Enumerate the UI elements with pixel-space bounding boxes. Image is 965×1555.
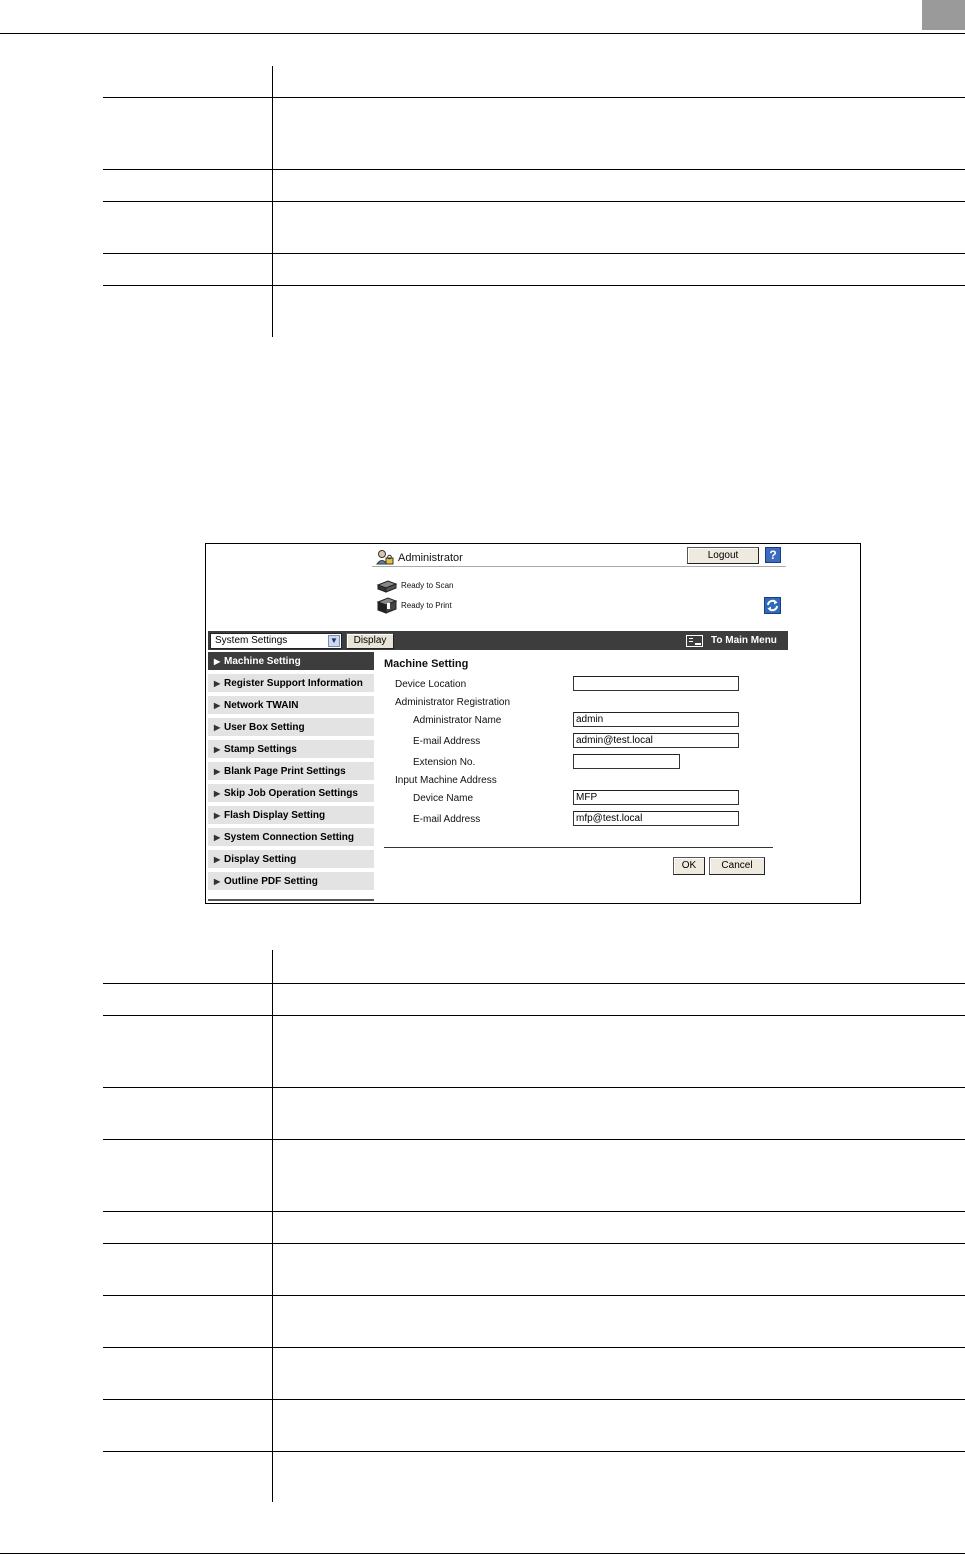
lower-table-row-rule xyxy=(103,1347,965,1348)
sidebar-item-label: Display Setting xyxy=(224,854,297,865)
ok-button[interactable]: OK xyxy=(673,857,705,875)
triangle-right-icon: ▶ xyxy=(214,767,221,776)
sidebar-item[interactable]: ▶ Network TWAIN xyxy=(208,696,374,716)
cancel-button[interactable]: Cancel xyxy=(709,857,765,875)
extension-no-label: Extension No. xyxy=(413,757,476,768)
sidebar-item[interactable]: ▶ Display Setting xyxy=(208,850,374,870)
page-number-box xyxy=(922,0,965,30)
sidebar-item[interactable]: ▶ Outline PDF Setting xyxy=(208,872,374,892)
form-title: Machine Setting xyxy=(384,658,469,670)
administrator-email-label: E-mail Address xyxy=(413,736,481,747)
lower-table-row-rule xyxy=(103,983,965,984)
print-status: Ready to Print xyxy=(401,601,452,610)
triangle-right-icon: ▶ xyxy=(214,679,221,688)
scanner-icon xyxy=(376,579,398,594)
sidebar-item[interactable]: ▶ Blank Page Print Settings xyxy=(208,762,374,782)
sidebar-item[interactable]: ▶ Skip Job Operation Settings xyxy=(208,784,374,804)
sidebar-item-label: User Box Setting xyxy=(224,722,305,733)
sidebar-item-label: System Connection Setting xyxy=(224,832,355,843)
triangle-right-icon: ▶ xyxy=(214,745,221,754)
upper-table-row-rule xyxy=(103,97,965,98)
printer-icon xyxy=(376,597,398,614)
header-rule xyxy=(0,33,965,34)
lower-table-row-rule xyxy=(103,1399,965,1400)
chevron-down-icon: ▼ xyxy=(328,635,340,647)
logout-button[interactable]: Logout xyxy=(687,547,759,564)
sidebar-item-label: Outline PDF Setting xyxy=(224,876,318,887)
sidebar-item[interactable]: ▶ System Connection Setting xyxy=(208,828,374,848)
administrator-email-input[interactable]: admin@test.local xyxy=(573,733,739,748)
input-machine-address-label: Input Machine Address xyxy=(395,775,497,786)
machine-email-label: E-mail Address xyxy=(413,814,481,825)
sidebar-item[interactable]: ▶ Stamp Settings xyxy=(208,740,374,760)
upper-table-row-rule xyxy=(103,285,965,286)
lower-table-divider xyxy=(272,950,273,1502)
administrator-name-input[interactable]: admin xyxy=(573,712,739,727)
sidebar-item-label: Blank Page Print Settings xyxy=(224,766,346,777)
to-main-menu-link[interactable]: To Main Menu xyxy=(711,632,777,650)
lower-table-row-rule xyxy=(103,1451,965,1452)
administrator-registration-label: Administrator Registration xyxy=(395,697,511,708)
display-button[interactable]: Display xyxy=(346,633,394,649)
triangle-right-icon: ▶ xyxy=(214,657,221,666)
administrator-icon xyxy=(376,549,394,566)
web-ui-screenshot: Administrator Logout ? Ready to Scan Rea… xyxy=(205,543,861,904)
sidebar-item-label: Register Support Information xyxy=(224,678,363,689)
device-name-input[interactable]: MFP xyxy=(573,790,739,805)
form-separator xyxy=(384,847,773,848)
triangle-right-icon: ▶ xyxy=(214,855,221,864)
sidebar-item-label: Network TWAIN xyxy=(224,700,299,711)
main-menu-icon xyxy=(686,635,703,647)
device-name-label: Device Name xyxy=(413,793,474,804)
scan-status: Ready to Scan xyxy=(401,581,454,590)
settings-menu-select-value: System Settings xyxy=(215,635,288,646)
triangle-right-icon: ▶ xyxy=(214,811,221,820)
help-icon[interactable]: ? xyxy=(765,547,781,563)
upper-table-row-rule xyxy=(103,253,965,254)
sidebar-item[interactable]: ▶ Machine Setting xyxy=(208,652,374,672)
sidebar-item-label: Stamp Settings xyxy=(224,744,297,755)
lower-table-row-rule xyxy=(103,1211,965,1212)
settings-menu-select[interactable]: System Settings ▼ xyxy=(210,633,342,649)
device-location-label: Device Location xyxy=(395,679,467,690)
header-separator xyxy=(372,566,786,567)
upper-table-row-rule xyxy=(103,169,965,170)
sidebar-item[interactable]: ▶ User Box Setting xyxy=(208,718,374,738)
lower-table-row-rule xyxy=(103,1015,965,1016)
upper-table-row-rule xyxy=(103,201,965,202)
sidebar-item[interactable]: ▶ Flash Display Setting xyxy=(208,806,374,826)
triangle-right-icon: ▶ xyxy=(214,723,221,732)
sidebar-item-label: Flash Display Setting xyxy=(224,810,326,821)
triangle-right-icon: ▶ xyxy=(214,877,221,886)
footer-rule xyxy=(0,1553,965,1554)
triangle-right-icon: ▶ xyxy=(214,701,221,710)
lower-table-row-rule xyxy=(103,1295,965,1296)
lower-table-row-rule xyxy=(103,1139,965,1140)
sidebar-item-label: Skip Job Operation Settings xyxy=(224,788,358,799)
administrator-name-label: Administrator Name xyxy=(413,715,502,726)
machine-email-input[interactable]: mfp@test.local xyxy=(573,811,739,826)
device-location-input[interactable] xyxy=(573,676,739,691)
sidebar-item-label: Machine Setting xyxy=(224,656,301,667)
refresh-icon[interactable] xyxy=(764,597,781,614)
logged-in-user: Administrator xyxy=(398,552,463,564)
sidebar-bottom-rule xyxy=(208,899,374,901)
triangle-right-icon: ▶ xyxy=(214,833,221,842)
lower-table-row-rule xyxy=(103,1087,965,1088)
extension-no-input[interactable] xyxy=(573,754,680,769)
sidebar-item[interactable]: ▶ Register Support Information xyxy=(208,674,374,694)
lower-table-row-rule xyxy=(103,1243,965,1244)
triangle-right-icon: ▶ xyxy=(214,789,221,798)
